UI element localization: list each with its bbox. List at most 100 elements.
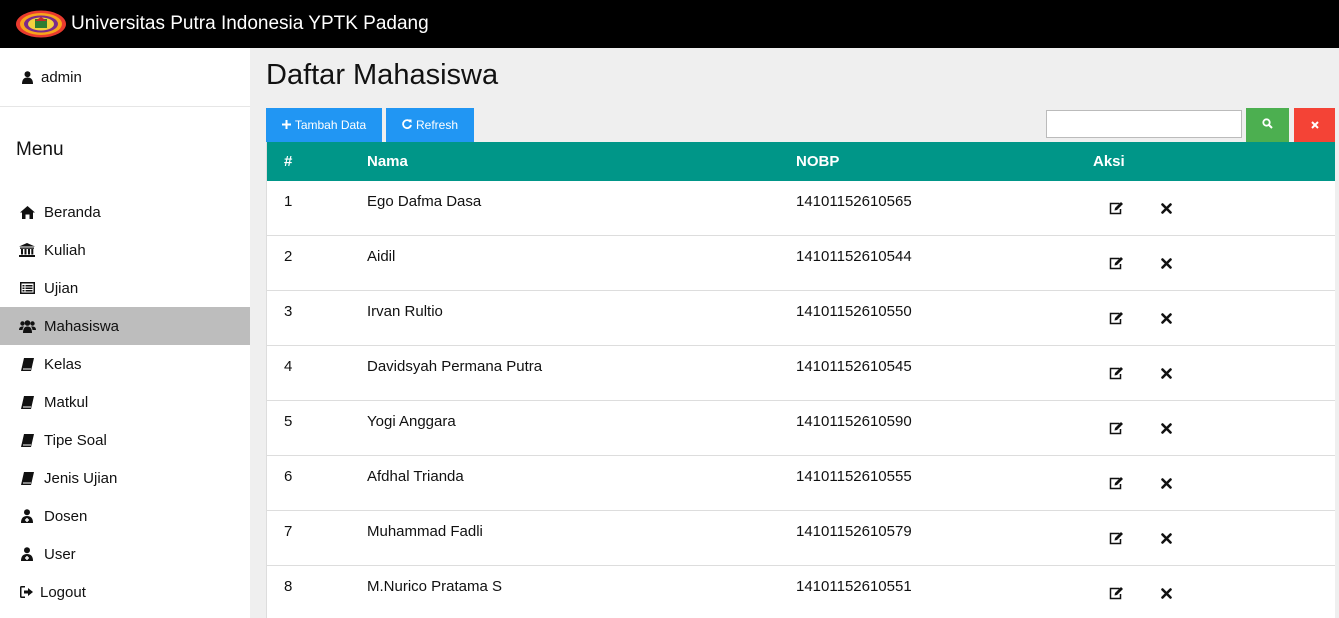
plus-icon	[281, 118, 291, 132]
edit-icon[interactable]	[1107, 584, 1125, 602]
row-nama: Aidil	[367, 248, 396, 265]
search-button[interactable]	[1246, 108, 1289, 142]
sidebar-item-beranda[interactable]: Beranda	[0, 193, 250, 231]
user-icon	[19, 70, 35, 84]
column-header-aksi: Aksi	[1093, 153, 1125, 170]
edit-icon[interactable]	[1107, 309, 1125, 327]
row-number: 6	[284, 468, 293, 485]
search-icon	[1262, 118, 1273, 132]
column-header-nama: Nama	[367, 153, 408, 170]
row-number: 5	[284, 413, 293, 430]
sidebar-item-label: User	[44, 545, 76, 563]
sidebar-item-matkul[interactable]: Matkul	[0, 383, 250, 421]
user-md-icon	[18, 509, 36, 523]
table-header: # Nama NOBP Aksi	[267, 142, 1335, 181]
row-number: 2	[284, 248, 293, 265]
users-icon	[18, 319, 36, 333]
sidebar-item-logout[interactable]: Logout	[0, 573, 250, 611]
clear-search-button[interactable]	[1294, 108, 1335, 142]
table-row: 1 Ego Dafma Dasa 14101152610565	[267, 181, 1335, 236]
student-table: # Nama NOBP Aksi 1 Ego Dafma Dasa 14101152…	[266, 142, 1335, 618]
menu-title: Menu	[16, 139, 64, 160]
edit-icon[interactable]	[1107, 364, 1125, 382]
row-nobp: 14101152610551	[796, 578, 912, 595]
delete-icon[interactable]	[1157, 474, 1175, 492]
sidebar-item-dosen[interactable]: Dosen	[0, 497, 250, 535]
add-data-button[interactable]: Tambah Data	[266, 108, 382, 142]
column-header-nobp: NOBP	[796, 153, 840, 170]
username: admin	[41, 68, 82, 86]
delete-icon[interactable]	[1157, 584, 1175, 602]
row-nama: Ego Dafma Dasa	[367, 193, 482, 210]
row-nama: M.Nurico Pratama S	[367, 578, 503, 595]
table-row: 2 Aidil 14101152610544	[267, 236, 1335, 291]
sidebar-item-tipe-soal[interactable]: Tipe Soal	[0, 421, 250, 459]
sidebar-item-label: Kuliah	[44, 241, 86, 259]
university-logo[interactable]	[15, 9, 67, 39]
delete-icon[interactable]	[1157, 419, 1175, 437]
row-number: 3	[284, 303, 293, 320]
column-header-number: #	[284, 153, 293, 170]
table-row: 6 Afdhal Trianda 14101152610555	[267, 456, 1335, 511]
row-nobp: 14101152610545	[796, 358, 912, 375]
search-input[interactable]	[1046, 110, 1242, 138]
delete-icon[interactable]	[1157, 364, 1175, 382]
table-row: 8 M.Nurico Pratama S 14101152610551	[267, 566, 1335, 618]
sidebar-item-label: Ujian	[44, 279, 79, 297]
table-row: 5 Yogi Anggara 14101152610590	[267, 401, 1335, 456]
book-icon	[18, 471, 36, 485]
row-nama: Muhammad Fadli	[367, 523, 483, 540]
edit-icon[interactable]	[1107, 419, 1125, 437]
edit-icon[interactable]	[1107, 474, 1125, 492]
sidebar-item-label: Matkul	[44, 393, 89, 411]
sidebar-item-ujian[interactable]: Ujian	[0, 269, 250, 307]
list-icon	[18, 282, 36, 294]
row-number: 1	[284, 193, 293, 210]
sidebar-item-label: Dosen	[44, 507, 88, 525]
sidebar-item-jenis-ujian[interactable]: Jenis Ujian	[0, 459, 250, 497]
sidebar-item-mahasiswa[interactable]: Mahasiswa	[0, 307, 250, 345]
book-icon	[18, 433, 36, 447]
row-number: 4	[284, 358, 293, 375]
row-nobp: 14101152610579	[796, 523, 912, 540]
app-title[interactable]: Universitas Putra Indonesia YPTK Padang	[71, 13, 429, 35]
sidebar-item-kelas[interactable]: Kelas	[0, 345, 250, 383]
row-nama: Yogi Anggara	[367, 413, 456, 430]
delete-icon[interactable]	[1157, 199, 1175, 217]
row-number: 7	[284, 523, 293, 540]
top-navbar: Universitas Putra Indonesia YPTK Padang	[0, 0, 1339, 48]
row-number: 8	[284, 578, 293, 595]
sidebar-item-label: Beranda	[44, 203, 101, 221]
page-title: Daftar Mahasiswa	[266, 59, 499, 91]
refresh-icon	[402, 118, 412, 132]
delete-icon[interactable]	[1157, 529, 1175, 547]
sidebar-item-label: Kelas	[44, 355, 82, 373]
delete-icon[interactable]	[1157, 254, 1175, 272]
row-nobp: 14101152610550	[796, 303, 912, 320]
sidebar-item-kuliah[interactable]: Kuliah	[0, 231, 250, 269]
refresh-label: Refresh	[415, 118, 459, 132]
user-md-icon	[18, 547, 36, 561]
sidebar-item-label: Tipe Soal	[44, 431, 107, 449]
edit-icon[interactable]	[1107, 529, 1125, 547]
row-nama: Davidsyah Permana Putra	[367, 358, 543, 375]
add-data-label: Tambah Data	[294, 118, 367, 132]
table-row: 4 Davidsyah Permana Putra 14101152610545	[267, 346, 1335, 401]
home-icon	[18, 205, 36, 219]
sidebar: admin Menu Beranda Kuliah Ujian Mahasisw…	[0, 48, 250, 618]
delete-icon[interactable]	[1157, 309, 1175, 327]
row-nama: Irvan Rultio	[367, 303, 443, 320]
sidebar-item-label: Mahasiswa	[44, 317, 120, 335]
row-nobp: 14101152610544	[796, 248, 912, 265]
row-nobp: 14101152610590	[796, 413, 912, 430]
row-nobp: 14101152610565	[796, 193, 912, 210]
user-info: admin	[0, 48, 250, 107]
refresh-button[interactable]: Refresh	[386, 108, 474, 142]
edit-icon[interactable]	[1107, 199, 1125, 217]
table-body: 1 Ego Dafma Dasa 14101152610565 2 Aidil 14101…	[267, 181, 1335, 618]
row-nobp: 14101152610555	[796, 468, 912, 485]
close-icon	[1310, 118, 1319, 132]
bank-icon	[18, 243, 36, 257]
sidebar-item-user[interactable]: User	[0, 535, 250, 573]
edit-icon[interactable]	[1107, 254, 1125, 272]
